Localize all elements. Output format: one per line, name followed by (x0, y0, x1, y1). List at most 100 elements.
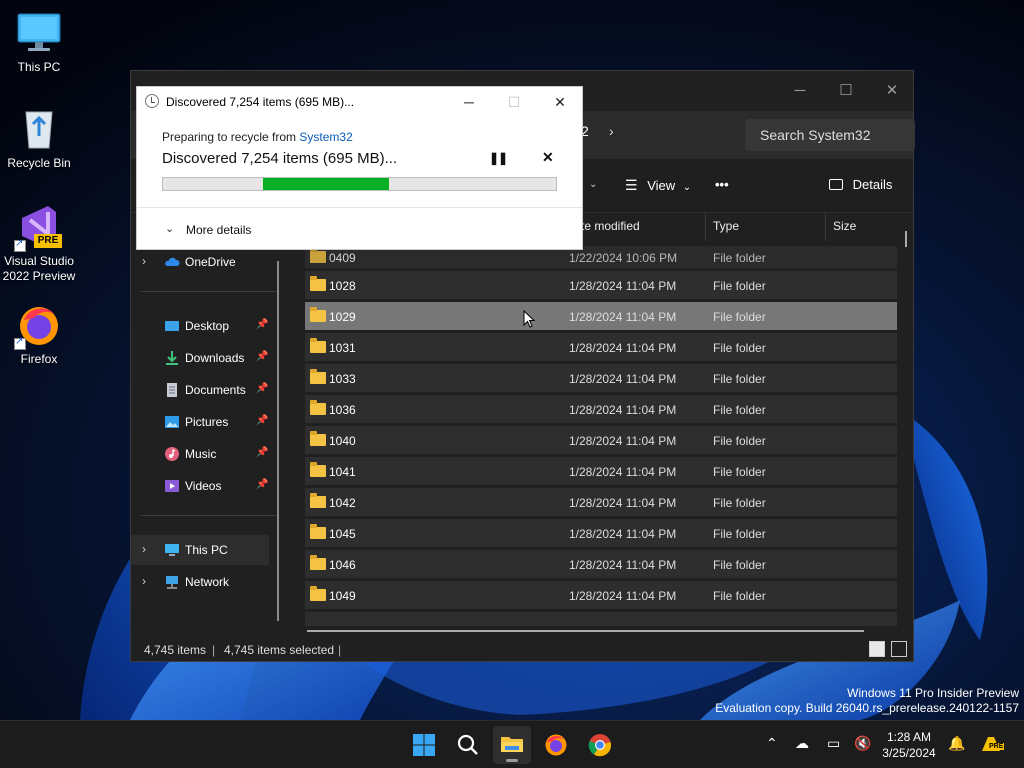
details-view-icon[interactable] (869, 641, 885, 657)
table-row[interactable]: 1042 1/28/2024 11:04 PM File folder (305, 488, 897, 516)
nav-item-label: Pictures (185, 415, 229, 429)
nav-item-pictures[interactable]: Pictures 📌 (131, 407, 269, 437)
firefox-icon (545, 734, 567, 756)
more-details-toggle[interactable]: ⌄ More details (137, 207, 582, 250)
nav-item-downloads[interactable]: Downloads 📌 (131, 343, 269, 373)
table-row[interactable]: 1028 1/28/2024 11:04 PM File folder (305, 271, 897, 299)
document-icon (164, 382, 180, 398)
close-button[interactable]: ✕ (538, 89, 582, 115)
taskbar-chrome[interactable] (581, 726, 619, 764)
desktop-icon-firefox[interactable]: Firefox (0, 302, 78, 367)
column-divider[interactable] (825, 213, 826, 241)
close-button[interactable]: ✕ (869, 77, 915, 105)
watermark-line-2: Evaluation copy. Build 26040.rs_prerelea… (715, 701, 1019, 715)
desktop-icon-label: This PC (17, 60, 61, 74)
details-pane-button[interactable]: Details (829, 177, 892, 192)
column-header-size[interactable]: Size (833, 219, 856, 233)
file-type: File folder (713, 372, 766, 386)
network-status-icon[interactable]: ▭ (827, 735, 840, 752)
nav-scrollbar[interactable] (277, 261, 279, 621)
file-name: 1028 (329, 279, 356, 293)
copilot-preview-icon[interactable]: PRE (980, 733, 1005, 755)
table-row[interactable]: 1045 1/28/2024 11:04 PM File folder (305, 519, 897, 547)
table-row[interactable]: 1046 1/28/2024 11:04 PM File folder (305, 550, 897, 578)
status-divider: | (212, 643, 216, 657)
chevron-right-icon[interactable]: › (142, 254, 146, 268)
table-row[interactable]: 1036 1/28/2024 11:04 PM File folder (305, 395, 897, 423)
nav-item-desktop[interactable]: Desktop 📌 (131, 311, 269, 341)
file-list: 0409 1/22/2024 10:06 PM File folder 1028… (305, 246, 899, 626)
column-header-date-modified[interactable]: te modified (581, 219, 640, 233)
nav-item-music[interactable]: Music 📌 (131, 439, 269, 469)
cancel-operation-button[interactable]: ✕ (542, 149, 554, 166)
file-date: 1/28/2024 11:04 PM (569, 372, 677, 386)
taskbar-file-explorer[interactable] (493, 726, 531, 764)
table-row[interactable]: 1049 1/28/2024 11:04 PM File folder (305, 581, 897, 609)
table-row[interactable] (305, 612, 897, 626)
folder-icon (310, 400, 326, 415)
table-row[interactable]: 1029 1/28/2024 11:04 PM File folder (305, 302, 897, 330)
view-button[interactable]: ☰ View ⌄ (625, 177, 691, 194)
tiles-view-icon[interactable] (891, 641, 907, 657)
start-button[interactable] (405, 726, 443, 764)
shortcut-arrow-icon (14, 238, 26, 252)
minimize-button[interactable]: ─ (777, 77, 823, 105)
table-row[interactable]: 1031 1/28/2024 11:04 PM File folder (305, 333, 897, 361)
horizontal-scrollbar[interactable] (307, 630, 864, 632)
folder-icon (310, 555, 326, 570)
dialog-title-bar[interactable]: Discovered 7,254 items (695 MB)... ─ ☐ ✕ (137, 87, 582, 117)
file-date: 1/28/2024 11:04 PM (569, 527, 677, 541)
nav-item-documents[interactable]: Documents 📌 (131, 375, 269, 405)
chevron-right-icon[interactable]: › (142, 542, 146, 556)
minimize-button[interactable]: ─ (447, 89, 491, 115)
file-list-scrollbar[interactable] (905, 231, 907, 247)
file-date: 1/28/2024 11:04 PM (569, 434, 677, 448)
column-header-type[interactable]: Type (713, 219, 739, 233)
file-date: 1/28/2024 11:04 PM (569, 558, 677, 572)
chevron-right-icon[interactable]: › (142, 574, 146, 588)
nav-item-label: This PC (185, 543, 228, 557)
desktop-icon-this-pc[interactable]: This PC (0, 10, 78, 75)
chevron-up-icon[interactable]: ⌃ (766, 735, 778, 752)
download-icon (164, 350, 180, 366)
volume-muted-icon[interactable]: 🔇 (854, 735, 871, 752)
nav-item-onedrive[interactable]: › OneDrive (131, 247, 269, 277)
chevron-down-icon[interactable]: ⌄ (589, 179, 597, 190)
video-icon (164, 478, 180, 494)
table-row[interactable]: 1041 1/28/2024 11:04 PM File folder (305, 457, 897, 485)
search-input[interactable]: Search System32 (745, 119, 915, 151)
nav-item-this-pc[interactable]: › This PC (131, 535, 269, 565)
details-pane-icon (829, 179, 843, 190)
source-folder-link[interactable]: System32 (299, 130, 352, 144)
pin-icon: 📌 (256, 383, 269, 394)
notification-bell-icon[interactable]: 🔔 (948, 735, 965, 752)
desktop-icon-recycle-bin[interactable]: Recycle Bin (0, 106, 78, 171)
desktop-icon-visual-studio[interactable]: PRE Visual Studio 2022 Preview (0, 204, 78, 284)
taskbar-clock[interactable]: 1:28 AM 3/25/2024 (875, 729, 943, 761)
desktop-icon-label: Recycle Bin (7, 156, 71, 170)
file-type: File folder (713, 527, 766, 541)
pin-icon: 📌 (256, 479, 269, 490)
nav-divider (141, 515, 277, 516)
file-type: File folder (713, 310, 766, 324)
table-row[interactable]: 1040 1/28/2024 11:04 PM File folder (305, 426, 897, 454)
column-divider[interactable] (705, 213, 706, 241)
nav-item-videos[interactable]: Videos 📌 (131, 471, 269, 501)
maximize-button[interactable]: ☐ (823, 77, 869, 105)
search-button[interactable] (449, 726, 487, 764)
file-date: 1/28/2024 11:04 PM (569, 496, 677, 510)
pause-button[interactable]: ❚❚ (489, 151, 508, 165)
progress-bar-fill (263, 178, 389, 190)
desktop-icon (164, 318, 180, 334)
cloud-offline-icon[interactable]: ☁ (795, 735, 809, 752)
mouse-cursor-icon (523, 310, 535, 328)
nav-item-network[interactable]: › Network (131, 567, 269, 597)
nav-item-label: OneDrive (185, 255, 236, 269)
folder-icon (310, 248, 326, 263)
table-row[interactable]: 1033 1/28/2024 11:04 PM File folder (305, 364, 897, 392)
folder-icon (310, 462, 326, 477)
file-name: 1029 (329, 310, 356, 324)
taskbar-firefox[interactable] (537, 726, 575, 764)
chevron-right-icon[interactable]: › (609, 123, 614, 139)
see-more-button[interactable]: ••• (715, 177, 729, 192)
